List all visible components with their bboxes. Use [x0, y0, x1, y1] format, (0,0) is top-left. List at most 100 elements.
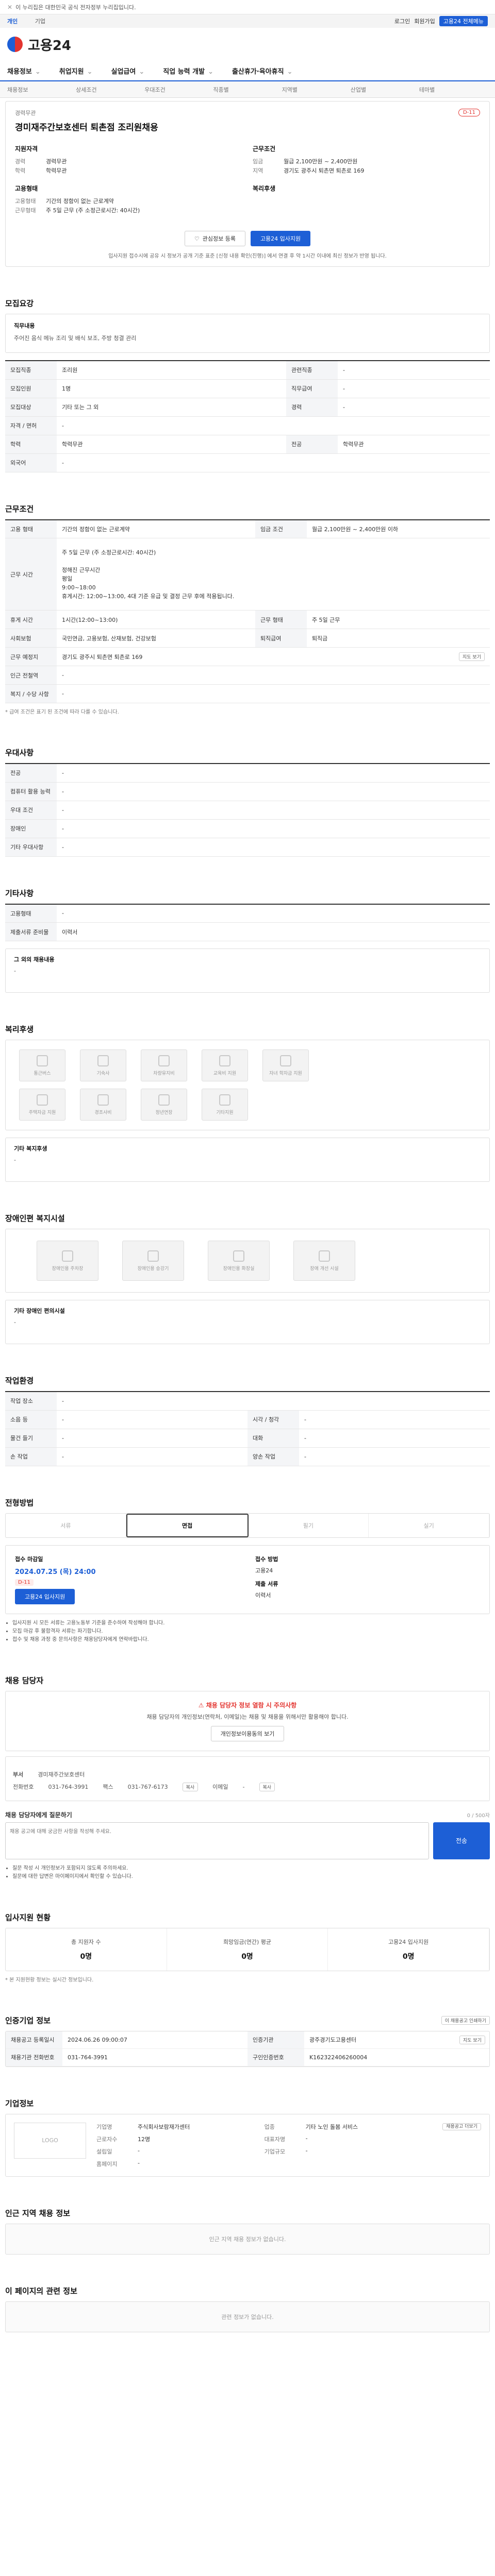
recruit-section: 모집요강 직무내용 주어진 음식 메뉴 조리 및 배식 보조, 주방 청결 관리… — [5, 298, 490, 472]
close-icon[interactable]: ✕ — [7, 4, 12, 11]
subnav-item[interactable]: 직종별 — [213, 86, 282, 94]
disability-item: 장애인용 주차장 — [37, 1241, 98, 1281]
empty-state: 인근 지역 채용 정보가 없습니다. — [5, 2223, 490, 2255]
subnav-item[interactable]: 지역별 — [282, 86, 351, 94]
apply-button[interactable]: 고용24 입사지원 — [250, 231, 311, 246]
sub-nav: 채용정보 상세조건 우대조건 직종별 지역별 산업별 테마별 — [0, 81, 495, 98]
favorite-button[interactable]: ♡ 관심정보 등록 — [184, 231, 245, 246]
meta-section: 인증기업 정보 이 채용공고 인쇄하기 채용공고 등록일시 2024.06.26 … — [5, 2015, 490, 2067]
login-link[interactable]: 로그인 — [394, 17, 410, 25]
heart-icon: ♡ — [194, 235, 200, 242]
print-button[interactable]: 이 채용공고 인쇄하기 — [441, 2015, 490, 2025]
qa-counter: 0 / 500자 — [467, 1812, 490, 1819]
gov-notice-text: 이 누리집은 대한민국 공식 전자정부 누리집입니다. — [15, 4, 136, 11]
process-steps: 서류 면접 필기 실기 — [5, 1513, 490, 1538]
welfare-item: 정년연장 — [141, 1089, 187, 1121]
process-section: 전형방법 서류 면접 필기 실기 접수 마감일 2024.07.25 (목) 2… — [5, 1497, 490, 1644]
privacy-agree-button[interactable]: 개인정보이용동의 보기 — [210, 1725, 285, 1741]
section-title: 장애인편 복지시설 — [5, 1214, 65, 1223]
job-label: 경력무관 — [15, 110, 36, 116]
welfare-item: 주택자금 지원 — [19, 1089, 65, 1121]
signup-link[interactable]: 회원가입 — [414, 17, 435, 25]
gov-bar: 개인 기업 로그인 회원가입 고용24 전체메뉴 — [0, 14, 495, 28]
subnav-item[interactable]: 채용정보 — [7, 86, 76, 94]
status-cell: 총 지원자 수 0명 — [6, 1928, 167, 1971]
tab-personal[interactable]: 개인 — [7, 18, 18, 25]
site-logo[interactable]: 고용24 — [28, 35, 71, 54]
welfare-item: 기숙사 — [80, 1049, 126, 1081]
chevron-down-icon: ⌄ — [139, 67, 145, 76]
dorm-icon — [97, 1055, 109, 1066]
section-title: 전형방법 — [5, 1498, 34, 1507]
section-title: 인증기업 정보 — [5, 2015, 51, 2025]
process-step: 서류 — [6, 1513, 126, 1537]
disability-section: 장애인편 복지시설 장애인용 주차장 장애인용 승강기 장애인용 화장실 장애 … — [5, 1213, 490, 1344]
apply-note: 입사지원 접수시에 공유 시 정보가 공개 기준 표준 [신청 내용 확인(진행… — [108, 253, 387, 259]
house-icon — [37, 1094, 48, 1106]
copy-button[interactable]: 복사 — [259, 1782, 275, 1791]
dday-badge: D-11 — [458, 109, 480, 116]
qa-submit-button[interactable]: 전송 — [433, 1822, 490, 1859]
subnav-item[interactable]: 상세조건 — [76, 86, 144, 94]
welfare-item: 자녀 학자금 지원 — [262, 1049, 309, 1081]
other-table: 고용형태 - 제출서류 준비물 이력서 — [5, 903, 490, 941]
conditions-section: 근무조건 고용 형태 기간의 정함이 없는 근로계약 임금 조건 월급 2,100만원… — [5, 503, 490, 717]
conditions-table: 고용 형태 기간의 정함이 없는 근로계약 임금 조건 월급 2,100만원 ~ 2,… — [5, 519, 490, 703]
subnav-item[interactable]: 우대조건 — [144, 86, 213, 94]
gnb-item-training[interactable]: 직업 능력 개발 ⌄ — [163, 66, 213, 76]
all-menu-button[interactable]: 고용24 전체메뉴 — [439, 16, 488, 26]
applicant-status: 총 지원자 수 0명 희망임금(연간) 평균 0명 고용24 입사지원 0명 — [5, 1927, 490, 1971]
tab-company[interactable]: 기업 — [35, 18, 45, 25]
process-notes: 입사지원 시 모든 서류는 고용노동부 기준을 준수하여 작성해야 합니다. 모… — [5, 1619, 490, 1644]
map-button[interactable]: 지도 보기 — [459, 2035, 485, 2044]
gnb-item-support[interactable]: 취업지원 ⌄ — [59, 66, 93, 76]
preference-table: 전공 - 컴퓨터 활용 능력 - 우대 조건 - 장애인 - 기타 우대사항 - — [5, 763, 490, 857]
work-description: 직무내용 주어진 음식 메뉴 조리 및 배식 보조, 주방 청결 관리 — [5, 314, 490, 353]
book-icon — [219, 1055, 230, 1066]
section-title: 우대사항 — [5, 748, 34, 757]
map-button[interactable]: 지도 보기 — [459, 652, 485, 661]
job-summary: 경력무관 경미재주간보호센터 퇴촌점 조리원채용 D-11 지원자격 경력 경력무… — [5, 101, 490, 267]
company-logo: LOGO — [14, 2122, 86, 2159]
site-header: 고용24 — [0, 28, 495, 61]
qa-notes: 질문 작성 시 개인정보가 포함되지 않도록 주의하세요. 질문에 대한 답변은… — [5, 1865, 490, 1881]
company-name: 주식회사보람재가센터 — [138, 2123, 190, 2130]
section-title: 이 페이지의 관련 정보 — [5, 2286, 77, 2296]
environment-table: 작업 장소 - 소음 등 - 시각 / 청각 - 물건 들기 - 대화 - 손 작업 - 양손 작… — [5, 1391, 490, 1466]
copy-button[interactable]: 복사 — [182, 1782, 199, 1791]
subnav-item[interactable]: 산업별 — [351, 86, 419, 94]
gnb-item-benefit[interactable]: 실업급여 ⌄ — [111, 66, 145, 76]
ramp-icon — [319, 1250, 330, 1262]
more-jobs-button[interactable]: 채용공고 더보기 — [442, 2123, 481, 2130]
section-title: 작업환경 — [5, 1376, 34, 1385]
global-nav: 채용정보 ⌄ 취업지원 ⌄ 실업급여 ⌄ 직업 능력 개발 ⌄ 출산휴가·육아휴직 ⌄ — [0, 61, 495, 81]
welfare-item: 기타지원 — [202, 1089, 248, 1121]
welfare-other-box: 기타 복지후생 - — [5, 1138, 490, 1182]
chevron-down-icon: ⌄ — [87, 67, 93, 76]
alert-icon: ⚠ — [198, 1701, 206, 1709]
welfare-item: 차량유지비 — [141, 1049, 187, 1081]
manager-info: 부서 경미재주간보호센터 전화번호 031-764-3991 팩스 031-767-6… — [5, 1756, 490, 1801]
status-cell: 고용24 입사지원 0명 — [328, 1928, 490, 1971]
gnb-item-leave[interactable]: 출산휴가·육아휴직 ⌄ — [232, 66, 293, 76]
section-title: 복리후생 — [5, 1025, 34, 1034]
gnb-item-jobs[interactable]: 채용정보 ⌄ — [7, 66, 41, 76]
applicants-note: * 본 지원현황 정보는 실시간 정보입니다. — [5, 1977, 94, 1983]
disability-item: 장애인용 승강기 — [122, 1241, 184, 1281]
recommended-section: 이 페이지의 관련 정보 관련 정보가 없습니다. — [5, 2285, 490, 2332]
clock-icon — [158, 1094, 170, 1106]
environment-section: 작업환경 작업 장소 - 소음 등 - 시각 / 청각 - 물건 들기 - 대화 - 손 작업… — [5, 1375, 490, 1466]
qa-input[interactable] — [5, 1822, 429, 1859]
similar-section: 인근 지역 채용 정보 인근 지역 채용 정보가 없습니다. — [5, 2208, 490, 2255]
deadline: 2024.07.25 (목) 24:00 — [15, 1568, 96, 1576]
welfare-section: 복리후생 통근버스 기숙사 차량유지비 교육비 지원 자녀 학자금 지원 주택자… — [5, 1024, 490, 1182]
apply-button[interactable]: 고용24 입사지원 — [15, 1588, 75, 1604]
subnav-item[interactable]: 테마별 — [419, 86, 488, 94]
bus-icon — [37, 1055, 48, 1066]
logo-icon[interactable] — [7, 37, 23, 52]
chevron-down-icon: ⌄ — [35, 67, 41, 76]
accept-box: 접수 마감일 2024.07.25 (목) 24:00 D-11 고용24 입사… — [5, 1545, 490, 1614]
section-title: 근무조건 — [5, 504, 34, 514]
qa-label: 채용 담당자에게 질문하기 — [5, 1811, 72, 1819]
process-step: 필기 — [249, 1513, 369, 1537]
